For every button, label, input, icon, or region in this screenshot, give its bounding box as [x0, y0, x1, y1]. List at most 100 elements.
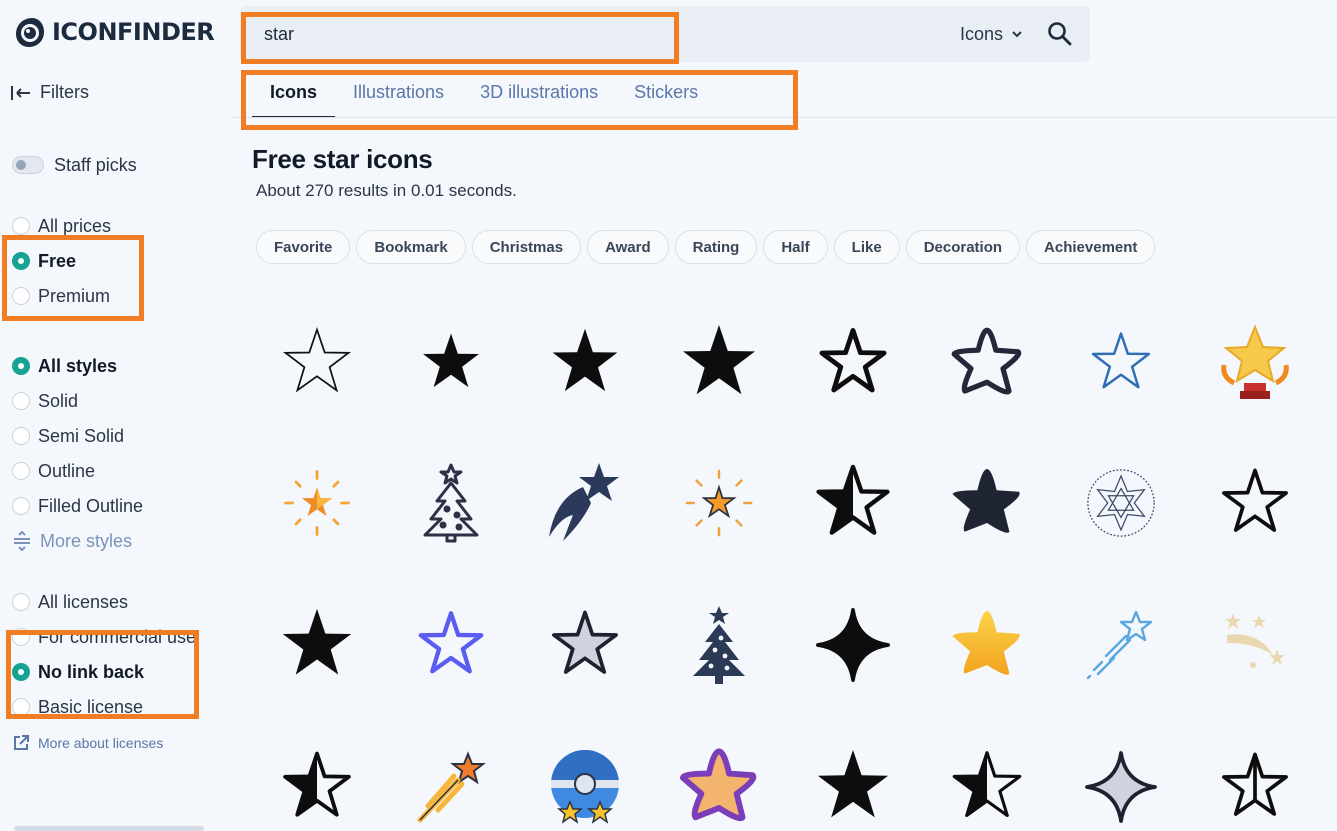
radio-all-styles[interactable]: All styles: [12, 354, 117, 378]
icon-result[interactable]: [937, 458, 1037, 548]
icon-result[interactable]: [1071, 458, 1171, 548]
results-count: About 270 results in 0.01 seconds.: [256, 181, 517, 200]
radio-button[interactable]: [12, 462, 30, 480]
collapse-left-icon: [11, 85, 30, 100]
star-solid-large-icon: [683, 325, 755, 395]
icon-result[interactable]: [267, 318, 367, 408]
eye-logo-icon: [16, 18, 44, 47]
icon-result[interactable]: [1071, 742, 1171, 831]
icon-result[interactable]: [937, 742, 1037, 831]
star-outline-thin-icon: [282, 327, 352, 393]
radio-button[interactable]: [12, 217, 30, 235]
radio-semi-solid[interactable]: Semi Solid: [12, 424, 124, 448]
star-outline-blue-icon: [1091, 332, 1151, 389]
icon-result[interactable]: [669, 318, 769, 408]
icon-result[interactable]: [669, 742, 769, 831]
tag-chip[interactable]: Rating: [674, 230, 758, 264]
icon-result[interactable]: [1205, 458, 1305, 548]
star-outline-rounded-icon: [1222, 468, 1288, 532]
icon-result[interactable]: [803, 458, 903, 548]
chevron-down-icon: [1012, 31, 1022, 38]
icon-result[interactable]: [401, 318, 501, 408]
highlight-box-price: [2, 235, 144, 321]
star-ornament-dotted-icon: [1087, 469, 1155, 537]
star-solid-black-icon: [282, 608, 352, 675]
star-half-solid-icon: [283, 751, 351, 817]
expand-vertical-icon: [14, 531, 30, 551]
shooting-star-navy-icon: [549, 463, 619, 541]
tag-chip[interactable]: Like: [833, 230, 900, 264]
tag-chip[interactable]: Achievement: [1026, 230, 1156, 264]
icon-result[interactable]: [1205, 318, 1305, 408]
icon-result[interactable]: [535, 318, 635, 408]
icon-result[interactable]: [535, 600, 635, 690]
tag-chip[interactable]: Half: [763, 230, 828, 264]
icon-result[interactable]: [535, 458, 635, 548]
icon-result[interactable]: [401, 600, 501, 690]
tag-chip[interactable]: Award: [587, 230, 669, 264]
star-purple-orange-icon: [679, 748, 757, 822]
highlight-box-license: [6, 630, 199, 719]
icon-result[interactable]: [401, 742, 501, 831]
tag-chip[interactable]: Bookmark: [356, 230, 466, 264]
staff-picks-toggle[interactable]: Staff picks: [12, 153, 137, 177]
sidebar-scrollbar[interactable]: [14, 826, 204, 831]
icon-result[interactable]: [937, 600, 1037, 690]
icon-result[interactable]: [1205, 600, 1305, 690]
icon-result[interactable]: [267, 600, 367, 690]
icon-result[interactable]: [669, 458, 769, 548]
icon-result[interactable]: [803, 318, 903, 408]
icon-result[interactable]: [535, 742, 635, 831]
filters-label: Filters: [40, 82, 89, 102]
icon-result[interactable]: [401, 458, 501, 548]
star-solid-icon: [552, 328, 618, 392]
page-title: Free star icons: [252, 144, 433, 174]
shooting-stars-beige-icon: [1225, 613, 1285, 668]
star-burst-color-icon: [685, 469, 753, 537]
radio-solid[interactable]: Solid: [12, 389, 78, 413]
staff-picks-label: Staff picks: [54, 154, 137, 175]
radio-label: Filled Outline: [38, 495, 144, 516]
pokeball-stars-icon: [551, 750, 619, 824]
icon-result[interactable]: [1071, 600, 1171, 690]
more-styles-link[interactable]: More styles: [12, 529, 132, 553]
icon-result[interactable]: [937, 318, 1037, 408]
tag-chip[interactable]: Favorite: [256, 230, 351, 264]
external-link-icon: [14, 735, 29, 750]
shooting-star-orange-icon: [417, 751, 486, 823]
radio-button[interactable]: [12, 357, 30, 375]
radio-button[interactable]: [12, 593, 30, 611]
icon-result[interactable]: [1071, 318, 1171, 408]
highlight-box-search: [241, 12, 679, 64]
star-half-black-icon: [952, 751, 1022, 818]
radio-button[interactable]: [12, 392, 30, 410]
filters-toggle[interactable]: Filters: [10, 82, 89, 103]
radio-all-licenses[interactable]: All licenses: [12, 590, 128, 614]
more-about-licenses-link[interactable]: More about licenses: [12, 731, 163, 755]
toggle-switch[interactable]: [12, 156, 44, 174]
star-rounded-outline-icon: [951, 327, 1022, 395]
icon-result[interactable]: [669, 600, 769, 690]
icon-result[interactable]: [267, 742, 367, 831]
tag-chip[interactable]: Decoration: [905, 230, 1021, 264]
star-solid-black-2-icon: [817, 749, 889, 818]
search-icon[interactable]: [1046, 20, 1074, 48]
radio-button[interactable]: [12, 497, 30, 515]
more-licenses-label: More about licenses: [38, 735, 164, 751]
iconfinder-logo[interactable]: ICONFINDER: [12, 14, 215, 50]
star-rounded-solid-icon: [952, 469, 1020, 533]
star-solid-small-icon: [423, 333, 479, 388]
icon-result[interactable]: [1205, 742, 1305, 831]
radio-label: All prices: [38, 215, 112, 236]
icon-result[interactable]: [267, 458, 367, 548]
icon-result[interactable]: [803, 742, 903, 831]
icon-result[interactable]: [803, 600, 903, 690]
related-tags: Favorite Bookmark Christmas Award Rating…: [256, 230, 1156, 264]
radio-outline[interactable]: Outline: [12, 459, 95, 483]
star-outline-purple-icon: [418, 611, 484, 674]
tag-chip[interactable]: Christmas: [471, 230, 582, 264]
radio-button[interactable]: [12, 427, 30, 445]
asset-type-dropdown[interactable]: Icons: [960, 6, 1023, 62]
radio-filled-outline[interactable]: Filled Outline: [12, 494, 143, 518]
radio-label: Solid: [38, 390, 79, 411]
